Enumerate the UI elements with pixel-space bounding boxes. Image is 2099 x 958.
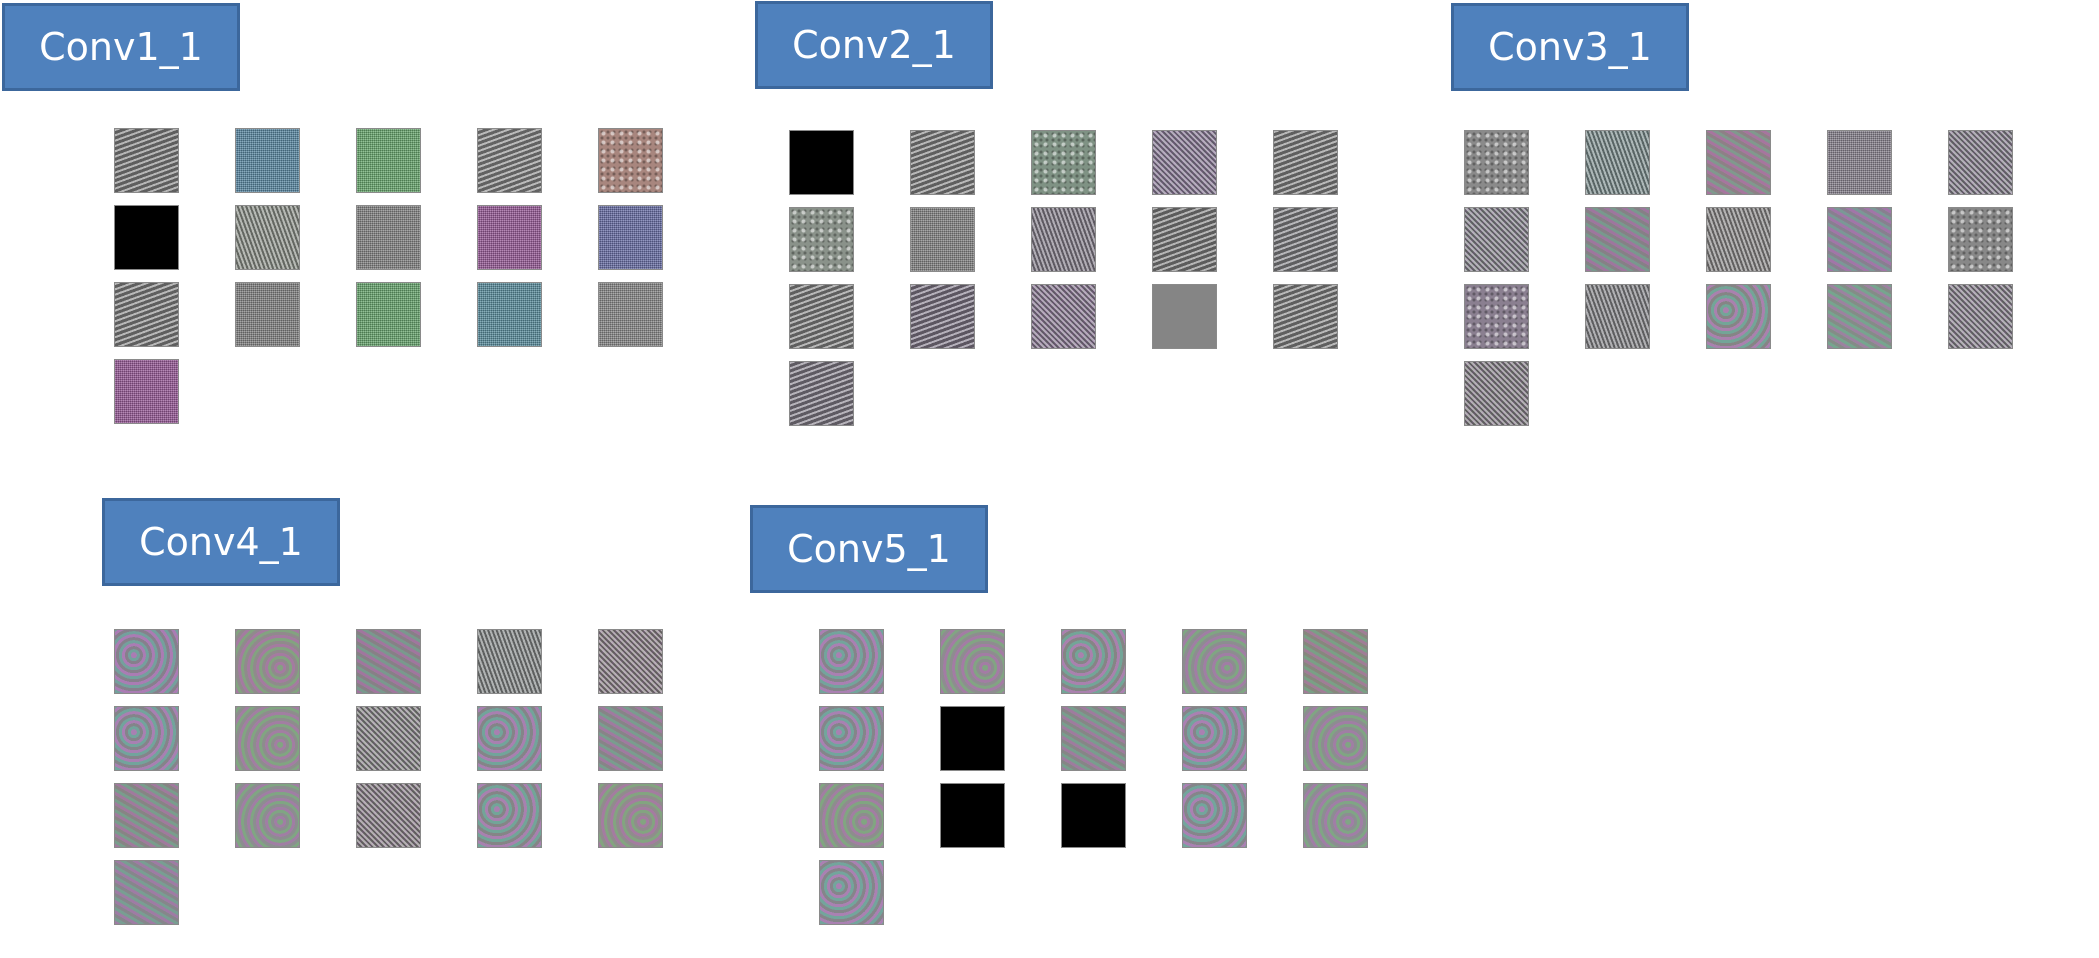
conv4-1-filter-tile-2 xyxy=(235,629,300,694)
conv1-1-filter-tile-10 xyxy=(598,205,663,270)
conv1-1-filter-tile-1 xyxy=(114,128,179,193)
conv5-1-filter-tile-2 xyxy=(940,629,1005,694)
conv1-1-filter-tile-8 xyxy=(356,205,421,270)
conv1-1-filter-tile-3 xyxy=(356,128,421,193)
conv1-1-filter-tile-14 xyxy=(477,282,542,347)
conv5-1-filter-tile-10 xyxy=(1303,706,1368,771)
conv3-1-filter-tile-1 xyxy=(1464,130,1529,195)
conv2-1-filter-tile-9 xyxy=(1152,207,1217,272)
conv4-1-filter-tile-10 xyxy=(598,706,663,771)
conv2-1-filter-tile-2 xyxy=(910,130,975,195)
conv4-1-label: Conv4_1 xyxy=(102,498,340,586)
conv5-1-filter-tile-6 xyxy=(819,706,884,771)
conv4-1-filter-tile-5 xyxy=(598,629,663,694)
conv4-1-grid xyxy=(114,629,663,925)
conv3-1-filter-tile-2 xyxy=(1585,130,1650,195)
conv3-1-filter-tile-3 xyxy=(1706,130,1771,195)
conv4-1-filter-tile-7 xyxy=(235,706,300,771)
conv5-1-filter-tile-13 xyxy=(1061,783,1126,848)
conv3-1-filter-tile-11 xyxy=(1464,284,1529,349)
conv3-1-filter-tile-9 xyxy=(1827,207,1892,272)
conv1-1-filter-tile-12 xyxy=(235,282,300,347)
conv2-1-filter-tile-11 xyxy=(789,284,854,349)
conv3-1-grid xyxy=(1464,130,2013,426)
conv1-1-filter-tile-16 xyxy=(114,359,179,424)
conv5-1-filter-tile-16 xyxy=(819,860,884,925)
conv5-1-filter-tile-7 xyxy=(940,706,1005,771)
conv5-1-filter-tile-9 xyxy=(1182,706,1247,771)
conv1-1-label: Conv1_1 xyxy=(2,3,240,91)
conv1-1-filter-tile-6 xyxy=(114,205,179,270)
conv3-1-label: Conv3_1 xyxy=(1451,3,1689,91)
conv5-1-filter-tile-1 xyxy=(819,629,884,694)
conv2-1-filter-tile-4 xyxy=(1152,130,1217,195)
conv3-1-filter-tile-7 xyxy=(1585,207,1650,272)
conv2-1-filter-tile-13 xyxy=(1031,284,1096,349)
conv3-1-filter-tile-8 xyxy=(1706,207,1771,272)
conv4-1-filter-tile-13 xyxy=(356,783,421,848)
conv4-1-filter-tile-8 xyxy=(356,706,421,771)
conv1-1-filter-tile-15 xyxy=(598,282,663,347)
conv5-1-filter-tile-3 xyxy=(1061,629,1126,694)
conv1-1-filter-tile-7 xyxy=(235,205,300,270)
conv2-1-filter-tile-6 xyxy=(789,207,854,272)
conv4-1-filter-tile-1 xyxy=(114,629,179,694)
conv4-1-filter-tile-3 xyxy=(356,629,421,694)
conv1-1-filter-tile-2 xyxy=(235,128,300,193)
conv5-1-grid xyxy=(819,629,1368,925)
conv2-1-filter-tile-1 xyxy=(789,130,854,195)
conv5-1-filter-tile-15 xyxy=(1303,783,1368,848)
conv5-1-filter-tile-8 xyxy=(1061,706,1126,771)
conv5-1-filter-tile-5 xyxy=(1303,629,1368,694)
conv3-1-filter-tile-16 xyxy=(1464,361,1529,426)
conv5-1-label: Conv5_1 xyxy=(750,505,988,593)
conv2-1-filter-tile-12 xyxy=(910,284,975,349)
conv3-1-filter-tile-10 xyxy=(1948,207,2013,272)
conv3-1-filter-tile-15 xyxy=(1948,284,2013,349)
conv2-1-grid xyxy=(789,130,1338,426)
conv2-1-filter-tile-15 xyxy=(1273,284,1338,349)
conv3-1-filter-tile-5 xyxy=(1948,130,2013,195)
conv4-1-filter-tile-11 xyxy=(114,783,179,848)
conv3-1-filter-tile-14 xyxy=(1827,284,1892,349)
conv4-1-filter-tile-15 xyxy=(598,783,663,848)
conv3-1-filter-tile-6 xyxy=(1464,207,1529,272)
conv2-1-label: Conv2_1 xyxy=(755,1,993,89)
conv4-1-filter-tile-14 xyxy=(477,783,542,848)
conv5-1-filter-tile-11 xyxy=(819,783,884,848)
conv2-1-filter-tile-10 xyxy=(1273,207,1338,272)
conv3-1-filter-tile-4 xyxy=(1827,130,1892,195)
conv1-1-filter-tile-4 xyxy=(477,128,542,193)
conv2-1-filter-tile-16 xyxy=(789,361,854,426)
conv4-1-filter-tile-6 xyxy=(114,706,179,771)
conv1-1-filter-tile-11 xyxy=(114,282,179,347)
conv5-1-filter-tile-12 xyxy=(940,783,1005,848)
conv4-1-filter-tile-9 xyxy=(477,706,542,771)
conv4-1-filter-tile-4 xyxy=(477,629,542,694)
conv2-1-filter-tile-5 xyxy=(1273,130,1338,195)
conv2-1-filter-tile-14 xyxy=(1152,284,1217,349)
conv5-1-filter-tile-4 xyxy=(1182,629,1247,694)
conv3-1-filter-tile-13 xyxy=(1706,284,1771,349)
conv4-1-filter-tile-16 xyxy=(114,860,179,925)
conv1-1-filter-tile-9 xyxy=(477,205,542,270)
conv2-1-filter-tile-3 xyxy=(1031,130,1096,195)
conv4-1-filter-tile-12 xyxy=(235,783,300,848)
conv3-1-filter-tile-12 xyxy=(1585,284,1650,349)
conv2-1-filter-tile-7 xyxy=(910,207,975,272)
conv1-1-filter-tile-13 xyxy=(356,282,421,347)
conv1-1-filter-tile-5 xyxy=(598,128,663,193)
conv5-1-filter-tile-14 xyxy=(1182,783,1247,848)
conv2-1-filter-tile-8 xyxy=(1031,207,1096,272)
feature-visualization-figure: Conv1_1 Conv2_1 Conv3_1 Conv4_1 Conv5_1 xyxy=(0,0,2099,958)
conv1-1-grid xyxy=(114,128,663,424)
